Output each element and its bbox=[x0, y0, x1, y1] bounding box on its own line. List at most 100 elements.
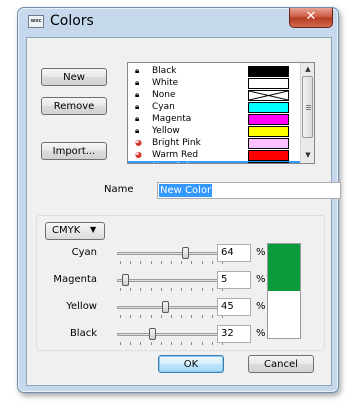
channel-slider[interactable] bbox=[117, 279, 225, 282]
color-wheel-icon: ◕ bbox=[135, 162, 144, 163]
slider-tick bbox=[201, 261, 203, 264]
channel-value: 45 bbox=[221, 301, 234, 312]
lock-icon: 🔒︎ bbox=[135, 90, 140, 99]
name-label: Name bbox=[104, 184, 134, 195]
colors-dialog: wxc Colors ✕ New Remove Import... 🔒︎ Blac… bbox=[17, 7, 341, 393]
color-wheel-icon: ◕ bbox=[135, 150, 142, 159]
slider-tick bbox=[211, 315, 213, 318]
slider-tick bbox=[191, 342, 193, 345]
slider-tick bbox=[160, 342, 162, 345]
scroll-down-icon[interactable]: ▼ bbox=[301, 149, 314, 161]
slider-tick bbox=[150, 288, 152, 291]
color-preview bbox=[267, 243, 301, 339]
channel-value-input[interactable]: 5 bbox=[217, 271, 251, 289]
channel-value: 64 bbox=[221, 247, 234, 258]
slider-tick bbox=[211, 261, 213, 264]
slider-tick bbox=[140, 315, 142, 318]
color-list-item[interactable]: 🔒︎ Magenta bbox=[128, 113, 300, 125]
channel-label: Magenta bbox=[53, 274, 97, 285]
channel-slider[interactable] bbox=[117, 252, 225, 255]
list-scrollbar[interactable]: ▲ ▼ bbox=[300, 63, 314, 163]
new-button[interactable]: New bbox=[41, 68, 107, 86]
lock-icon: 🔒︎ bbox=[135, 78, 140, 87]
channel-value-input[interactable]: 32 bbox=[217, 325, 251, 343]
slider-tick bbox=[191, 288, 193, 291]
color-list-item-label: Yellow bbox=[152, 126, 180, 136]
color-swatch bbox=[248, 114, 289, 125]
color-list-item[interactable]: 🔒︎ White bbox=[128, 77, 300, 89]
close-icon: ✕ bbox=[305, 9, 317, 24]
import-button[interactable]: Import... bbox=[41, 142, 107, 160]
slider-tick bbox=[120, 288, 121, 291]
color-list-item[interactable]: ◕ Warm Red bbox=[128, 149, 300, 161]
slider-thumb[interactable] bbox=[162, 301, 170, 313]
name-input[interactable]: New Color bbox=[157, 182, 341, 199]
slider-tick bbox=[150, 315, 152, 318]
slider-tick bbox=[150, 342, 152, 345]
title-bar[interactable]: wxc Colors ✕ bbox=[18, 8, 338, 38]
slider-tick bbox=[181, 261, 183, 264]
dialog-client-area: New Remove Import... 🔒︎ Black 🔒︎ White 🔒︎ Non… bbox=[26, 37, 341, 386]
slider-thumb[interactable] bbox=[149, 328, 157, 340]
color-list-item-label: Bright Pink bbox=[152, 138, 201, 148]
slider-tick bbox=[130, 261, 132, 264]
slider-tick bbox=[191, 261, 193, 264]
color-list-item[interactable]: ◕ Bright Pink bbox=[128, 137, 300, 149]
window-title: Colors bbox=[50, 13, 94, 29]
channel-label: Yellow bbox=[66, 301, 97, 312]
color-list-item-label: Cyan bbox=[152, 102, 175, 112]
slider-thumb[interactable] bbox=[181, 247, 189, 259]
app-icon: wxc bbox=[28, 15, 44, 28]
lock-icon: 🔒︎ bbox=[135, 114, 140, 123]
color-list-item-label: Magenta bbox=[152, 114, 192, 124]
color-list-item-label: White bbox=[152, 78, 179, 88]
color-list-item[interactable]: ◕ New Color bbox=[128, 161, 300, 163]
cancel-button[interactable]: Cancel bbox=[248, 355, 314, 373]
scroll-thumb[interactable] bbox=[302, 76, 313, 138]
lock-icon: 🔒︎ bbox=[135, 102, 140, 111]
color-swatch bbox=[248, 150, 289, 161]
slider-tick bbox=[211, 288, 213, 291]
channel-value-input[interactable]: 45 bbox=[217, 298, 251, 316]
color-model-dropdown[interactable]: CMYK ▼ bbox=[45, 222, 105, 240]
channel-slider[interactable] bbox=[117, 306, 225, 309]
color-swatch bbox=[248, 66, 289, 77]
color-model-value: CMYK bbox=[52, 225, 81, 236]
color-list-item[interactable]: 🔒︎ Cyan bbox=[128, 101, 300, 113]
color-editor-group: CMYK ▼ Cyan 64% Magenta 5% Yellow 45% Black 32% bbox=[36, 215, 325, 351]
channel-slider[interactable] bbox=[117, 333, 225, 336]
remove-button[interactable]: Remove bbox=[41, 97, 107, 115]
color-list-item[interactable]: 🔒︎ Black bbox=[128, 65, 300, 77]
percent-unit: % bbox=[256, 328, 266, 339]
slider-tick bbox=[160, 261, 162, 264]
color-list[interactable]: 🔒︎ Black 🔒︎ White 🔒︎ None 🔒︎ Cyan 🔒︎ Magenta 🔒︎ Yel… bbox=[127, 62, 315, 164]
lock-icon: 🔒︎ bbox=[135, 66, 140, 75]
slider-thumb[interactable] bbox=[122, 274, 130, 286]
scroll-up-icon[interactable]: ▲ bbox=[301, 63, 314, 75]
percent-unit: % bbox=[256, 301, 266, 312]
percent-unit: % bbox=[256, 274, 266, 285]
channel-label: Black bbox=[69, 328, 97, 339]
slider-tick bbox=[160, 288, 162, 291]
slider-tick bbox=[201, 315, 203, 318]
slider-tick bbox=[120, 342, 121, 345]
color-swatch bbox=[248, 90, 289, 101]
lock-icon: 🔒︎ bbox=[135, 126, 140, 135]
slider-tick bbox=[160, 315, 162, 318]
ok-button[interactable]: OK bbox=[158, 355, 224, 373]
slider-tick bbox=[140, 261, 142, 264]
color-swatch bbox=[248, 102, 289, 113]
slider-tick bbox=[140, 288, 142, 291]
color-swatch bbox=[248, 126, 289, 137]
slider-tick bbox=[130, 342, 132, 345]
channel-value: 32 bbox=[221, 328, 234, 339]
slider-tick bbox=[120, 261, 121, 264]
channel-value: 5 bbox=[221, 274, 228, 285]
close-button[interactable]: ✕ bbox=[289, 8, 333, 28]
color-list-item[interactable]: 🔒︎ Yellow bbox=[128, 125, 300, 137]
slider-tick bbox=[191, 315, 193, 318]
slider-tick bbox=[171, 288, 172, 291]
color-list-item[interactable]: 🔒︎ None bbox=[128, 89, 300, 101]
preview-new-color bbox=[268, 244, 300, 291]
channel-value-input[interactable]: 64 bbox=[217, 244, 251, 262]
